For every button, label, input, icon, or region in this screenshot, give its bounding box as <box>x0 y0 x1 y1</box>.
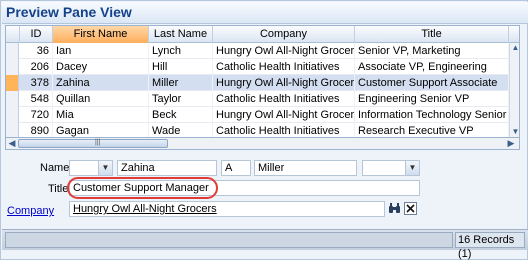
cell-id[interactable]: 206 <box>20 59 53 75</box>
table-row[interactable]: 378 Zahina Miller Hungry Owl All-Night Groc… <box>6 75 519 91</box>
cell-id[interactable]: 720 <box>20 107 53 123</box>
cell-first-name[interactable]: Zahina <box>53 75 149 91</box>
row-indicator[interactable] <box>6 43 19 59</box>
cell-company[interactable]: Hungry Owl All-Night Grocers <box>213 75 355 91</box>
status-panel <box>5 232 453 248</box>
records-grid[interactable]: ID First Name Last Name Company Title 36… <box>5 25 520 138</box>
record-count: 16 Records (1) <box>455 232 525 260</box>
scroll-grip-icon: ||| <box>95 139 101 146</box>
table-row[interactable]: 548 Quillan Taylor Catholic Health Initiati… <box>6 91 519 107</box>
dropdown-arrow-icon[interactable]: ▼ <box>405 161 419 175</box>
cell-company[interactable]: Catholic Health Initiatives <box>213 59 355 75</box>
cell-title[interactable]: Senior VP, Marketing <box>355 43 509 59</box>
clear-x-icon[interactable] <box>404 202 417 215</box>
column-header-company[interactable]: Company <box>213 26 355 43</box>
first-name-field[interactable]: Zahina <box>117 160 217 176</box>
table-row[interactable]: 890 Gagan Wade Catholic Health Initiatives R… <box>6 123 519 137</box>
title-highlight-ring <box>67 177 218 199</box>
row-indicator[interactable] <box>6 91 19 107</box>
vertical-scrollbar[interactable]: ▲ ▼ <box>509 43 519 137</box>
binoculars-icon[interactable] <box>388 202 401 215</box>
row-indicator[interactable] <box>6 107 19 123</box>
table-row[interactable]: 206 Dacey Hill Catholic Health Initiatives A… <box>6 59 519 75</box>
dropdown-arrow-icon[interactable]: ▼ <box>98 161 112 175</box>
last-name-field[interactable]: Miller <box>254 160 357 176</box>
cell-last-name[interactable]: Beck <box>149 107 213 123</box>
column-header-last-name[interactable]: Last Name <box>149 26 213 43</box>
cell-last-name[interactable]: Taylor <box>149 91 213 107</box>
table-row[interactable]: 36 Ian Lynch Hungry Owl All-Night Grocers Se… <box>6 43 519 59</box>
middle-initial-field[interactable]: A <box>221 160 251 176</box>
company-link[interactable]: Company <box>7 205 54 217</box>
cell-title[interactable]: Customer Support Associate <box>355 75 509 91</box>
column-header-id[interactable]: ID <box>20 26 53 43</box>
cell-first-name[interactable]: Ian <box>53 43 149 59</box>
title-bar: Preview Pane View <box>2 2 528 24</box>
status-bar: 16 Records (1) <box>2 229 528 260</box>
column-header-first-name[interactable]: First Name <box>53 26 149 43</box>
cell-id[interactable]: 890 <box>20 123 53 137</box>
cell-company[interactable]: Catholic Health Initiatives <box>213 123 355 137</box>
cell-first-name[interactable]: Mia <box>53 107 149 123</box>
cell-id[interactable]: 36 <box>20 43 53 59</box>
scroll-down-icon[interactable]: ▼ <box>510 127 519 137</box>
cell-title[interactable]: Engineering Senior VP <box>355 91 509 107</box>
scroll-left-icon[interactable]: ◀ <box>7 138 17 148</box>
company-value: Hungry Owl All-Night Grocers <box>73 203 217 215</box>
grid-header: ID First Name Last Name Company Title <box>6 26 519 43</box>
name-label: Name <box>40 162 70 174</box>
cell-id[interactable]: 548 <box>20 91 53 107</box>
table-row[interactable]: 720 Mia Beck Hungry Owl All-Night Grocers In… <box>6 107 519 123</box>
horizontal-scroll-thumb[interactable] <box>18 139 168 148</box>
cell-title[interactable]: Associate VP, Engineering <box>355 59 509 75</box>
cell-company[interactable]: Hungry Owl All-Night Grocers <box>213 107 355 123</box>
row-indicator[interactable] <box>6 75 19 91</box>
cell-company[interactable]: Catholic Health Initiatives <box>213 91 355 107</box>
cell-last-name[interactable]: Lynch <box>149 43 213 59</box>
window-title: Preview Pane View <box>6 4 132 20</box>
scroll-right-icon[interactable]: ▶ <box>506 138 516 148</box>
row-indicator[interactable] <box>6 123 19 137</box>
column-header-title[interactable]: Title <box>355 26 509 43</box>
cell-title[interactable]: Research Executive VP <box>355 123 509 137</box>
horizontal-scrollbar[interactable]: ◀ ||| ▶ <box>5 138 520 150</box>
title-label: Title <box>48 183 69 195</box>
preview-pane-window: Preview Pane View ID First Name Last Nam… <box>0 0 528 260</box>
cell-last-name[interactable]: Miller <box>149 75 213 91</box>
header-indicator <box>6 26 20 43</box>
company-field[interactable]: Hungry Owl All-Night Grocers <box>69 201 385 217</box>
name-prefix-combo[interactable]: ▼ <box>69 160 113 176</box>
name-suffix-combo[interactable]: ▼ <box>362 160 420 176</box>
cell-company[interactable]: Hungry Owl All-Night Grocers <box>213 43 355 59</box>
cell-id[interactable]: 378 <box>20 75 53 91</box>
cell-last-name[interactable]: Hill <box>149 59 213 75</box>
cell-last-name[interactable]: Wade <box>149 123 213 137</box>
row-indicator[interactable] <box>6 59 19 75</box>
cell-first-name[interactable]: Quillan <box>53 91 149 107</box>
cell-first-name[interactable]: Gagan <box>53 123 149 137</box>
cell-title[interactable]: Information Technology Senior VP <box>355 107 509 123</box>
cell-first-name[interactable]: Dacey <box>53 59 149 75</box>
scroll-up-icon[interactable]: ▲ <box>510 43 519 53</box>
